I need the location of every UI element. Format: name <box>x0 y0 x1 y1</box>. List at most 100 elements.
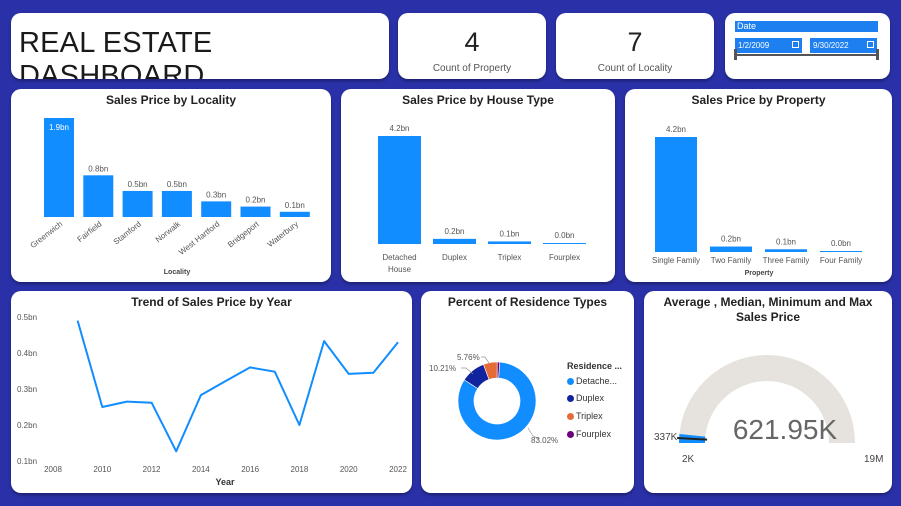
x-tick-label: Bridgeport <box>226 219 261 249</box>
x-tick-label: Four Family <box>820 256 862 265</box>
legend-item[interactable]: Duplex <box>567 393 604 403</box>
bar[interactable] <box>279 211 310 217</box>
legend-dot <box>567 431 574 438</box>
locality-bar-chart[interactable]: 1.9bn Greenwich 0.8bn Fairfield 0.5bn Stamfor… <box>11 89 331 282</box>
kpi-card-locality[interactable]: 7 Count of Locality <box>556 13 714 79</box>
date-slicer: Date 1/2/2009 9/30/2022 <box>725 13 890 79</box>
calendar-icon[interactable] <box>792 41 799 48</box>
data-label: 1.9bn <box>49 123 69 132</box>
x-tick-label: Fairfield <box>76 219 104 244</box>
x-tick-label: 2012 <box>143 465 161 474</box>
end-date-input[interactable]: 9/30/2022 <box>810 38 877 53</box>
legend-item[interactable]: Detache... <box>567 376 617 386</box>
bar[interactable] <box>433 238 476 244</box>
gauge-chart-card[interactable]: Average , Median, Minimum and Max Sales … <box>644 291 892 493</box>
kpi-value: 7 <box>627 27 643 57</box>
legend-dot <box>567 413 574 420</box>
x-tick-label: 2016 <box>241 465 259 474</box>
property-chart-card[interactable]: Sales Price by Property 4.2bn Single Fami… <box>625 89 892 282</box>
end-date-value: 9/30/2022 <box>813 41 849 50</box>
y-tick-label: 0.3bn <box>17 385 37 394</box>
x-tick-label: Stamford <box>112 219 143 246</box>
data-label: 0.1bn <box>776 237 796 246</box>
bar[interactable] <box>710 246 752 252</box>
start-date-value: 1/2/2009 <box>738 41 770 50</box>
calendar-icon[interactable] <box>867 41 874 48</box>
slider-handle-end[interactable] <box>876 49 879 60</box>
bar[interactable] <box>240 206 271 217</box>
trend-chart-card[interactable]: Trend of Sales Price by Year 0.1bn 0.2bn 0… <box>11 291 412 493</box>
x-tick-label: 2018 <box>291 465 309 474</box>
data-label: 4.2bn <box>666 125 686 134</box>
x-tick-label: 2022 <box>389 465 407 474</box>
title-card: REAL ESTATE DASHBOARD <box>11 13 389 79</box>
bar[interactable] <box>122 190 153 217</box>
data-label: 0.2bn <box>245 196 265 205</box>
kpi-card-property[interactable]: 4 Count of Property <box>398 13 546 79</box>
x-tick-label: Two Family <box>711 256 751 265</box>
bar[interactable] <box>378 136 421 244</box>
data-label: 4.2bn <box>389 124 409 133</box>
x-tick-label: 2014 <box>192 465 210 474</box>
x-tick-label: 2008 <box>44 465 62 474</box>
slider-handle-start[interactable] <box>734 49 737 60</box>
legend-label: Duplex <box>576 393 605 403</box>
bar[interactable] <box>83 175 114 217</box>
data-label: 0.1bn <box>285 201 305 210</box>
sales-price-gauge[interactable]: 337K 621.95K 2K 19M <box>644 291 892 493</box>
legend-item[interactable]: Triplex <box>567 411 603 421</box>
series-line <box>76 320 399 453</box>
data-label: 0.2bn <box>721 235 741 244</box>
bar[interactable] <box>820 251 862 252</box>
x-axis-label: Property <box>745 270 774 277</box>
legend-title: Residence ... <box>567 361 623 371</box>
legend-dot <box>567 395 574 402</box>
x-tick-label: Norwalk <box>154 219 183 244</box>
leader-line <box>481 356 490 364</box>
date-range-slider[interactable] <box>735 54 878 56</box>
data-label: 5.76% <box>457 353 480 362</box>
bar[interactable] <box>201 201 232 217</box>
data-label: 0.3bn <box>206 190 226 199</box>
x-axis-label: Year <box>215 477 235 487</box>
x-tick-label: Greenwich <box>29 219 65 250</box>
data-label: 0.2bn <box>444 227 464 236</box>
max-label: 19M <box>864 454 883 465</box>
bar[interactable] <box>765 249 807 252</box>
house-type-bar-chart[interactable]: 4.2bn Detached House 0.2bn Duplex 0.1bn Triple… <box>341 89 615 282</box>
legend-label: Triplex <box>576 411 603 421</box>
data-label: 10.21% <box>429 364 456 373</box>
legend-label: Detache... <box>576 376 618 386</box>
kpi-label: Count of Locality <box>597 63 673 74</box>
data-label: 0.5bn <box>167 180 187 189</box>
x-tick-label: Fourplex <box>549 253 580 262</box>
legend-label: Fourplex <box>576 429 612 439</box>
x-tick-label: Waterbury <box>266 219 300 249</box>
x-tick-label: West Hartford <box>177 219 221 256</box>
x-tick-label: Triplex <box>498 253 522 262</box>
page-title: REAL ESTATE DASHBOARD <box>19 27 213 79</box>
data-label: 0.0bn <box>831 239 851 248</box>
property-bar-chart[interactable]: 4.2bn Single Family 0.2bn Two Family 0.1bn Th… <box>625 89 892 282</box>
house-type-chart-card[interactable]: Sales Price by House Type 4.2bn Detached H… <box>341 89 615 282</box>
gauge-value: 621.95K <box>733 414 838 445</box>
locality-chart-card[interactable]: Sales Price by Locality 1.9bn Greenwich 0.… <box>11 89 331 282</box>
bar[interactable] <box>44 118 74 217</box>
bar[interactable] <box>543 243 586 244</box>
bar[interactable] <box>488 241 531 244</box>
data-label: 0.0bn <box>554 231 574 240</box>
bar[interactable] <box>655 137 697 252</box>
residence-donut-chart[interactable]: 83.02% 10.21%5.76% <box>421 291 634 493</box>
y-tick-label: 0.5bn <box>17 313 37 322</box>
legend-dot <box>567 378 574 385</box>
bar[interactable] <box>161 190 192 217</box>
x-tick-label: Single Family <box>652 256 700 265</box>
residence-chart-card[interactable]: Percent of Residence Types 83.02% 10.21% 5… <box>421 291 634 493</box>
x-tick-label: 2020 <box>340 465 358 474</box>
data-label: 0.1bn <box>499 229 519 238</box>
legend-item[interactable]: Fourplex <box>567 429 611 439</box>
y-tick-label: 0.2bn <box>17 421 37 430</box>
trend-line-chart[interactable]: 0.1bn 0.2bn 0.3bn 0.4bn 0.5bn 2008 2010 2012 201… <box>11 291 412 493</box>
start-date-input[interactable]: 1/2/2009 <box>735 38 802 53</box>
x-tick-label: House <box>388 265 412 274</box>
